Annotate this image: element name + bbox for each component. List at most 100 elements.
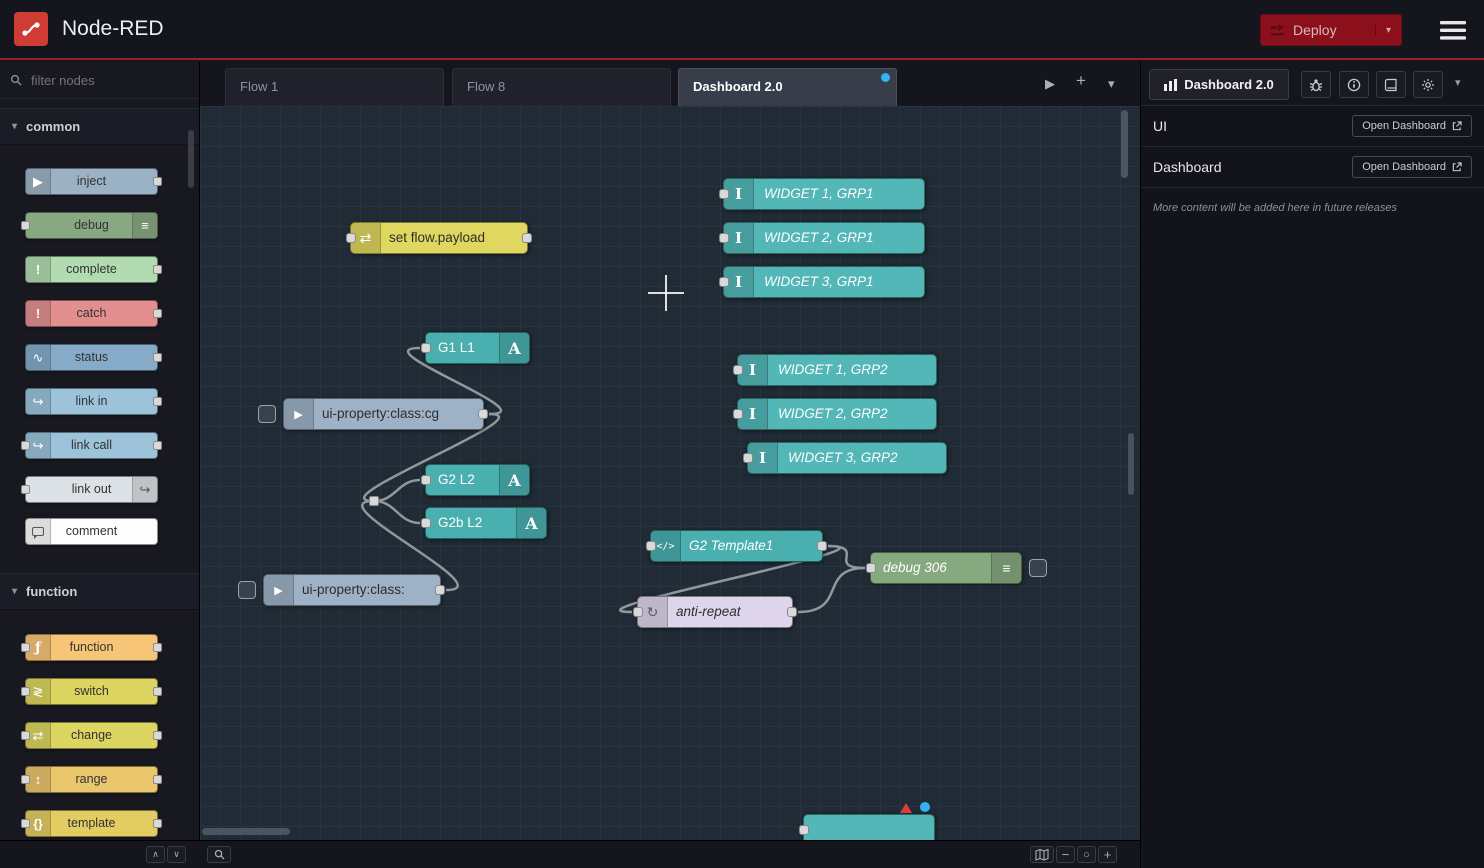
flow-menu-caret-icon[interactable]: ▾ (1108, 76, 1115, 92)
deploy-options-caret-icon[interactable]: ▾ (1375, 25, 1401, 36)
palette-scrollbar[interactable] (188, 130, 194, 188)
debug-toggle-button[interactable] (1029, 559, 1047, 577)
deploy-label: Deploy (1285, 22, 1375, 38)
input-port[interactable] (719, 233, 729, 243)
horizontal-scrollbar[interactable] (202, 828, 290, 835)
palette-category-function[interactable]: ▾ function (0, 573, 199, 610)
palette-node-link-out[interactable]: ↪ link out (25, 476, 158, 503)
output-port[interactable] (787, 607, 797, 617)
palette-node-inject[interactable]: ▶ inject (25, 168, 158, 195)
zoom-reset-button[interactable]: ○ (1077, 846, 1096, 863)
node-g1-l1[interactable]: A G1 L1 (425, 332, 530, 364)
palette-node-status[interactable]: ∿ status (25, 344, 158, 371)
help-sidebar-button[interactable] (1376, 71, 1406, 98)
input-port[interactable] (421, 475, 431, 485)
info-icon (1347, 78, 1361, 92)
node-anti-repeat[interactable]: ↻ anti-repeat (637, 596, 793, 628)
wire-junction[interactable] (369, 496, 379, 506)
wires-layer (200, 106, 1140, 840)
output-port[interactable] (478, 409, 488, 419)
inject-button[interactable] (258, 405, 276, 423)
node-g2b-l2[interactable]: A G2b L2 (425, 507, 547, 539)
open-dashboard-button[interactable]: Open Dashboard (1352, 156, 1472, 178)
input-port[interactable] (799, 825, 809, 835)
palette-node-link-in[interactable]: ↪ link in (25, 388, 158, 415)
wire[interactable] (798, 568, 865, 612)
palette-node-template[interactable]: {} template (25, 810, 158, 837)
inject-button[interactable] (238, 581, 256, 599)
input-port[interactable] (633, 607, 643, 617)
map-icon (1035, 849, 1049, 861)
tab-flow-8[interactable]: Flow 8 (452, 68, 671, 106)
flow-list-button[interactable]: ▶ (1045, 76, 1055, 92)
node-change-set-flow-payload[interactable]: ⇄ set flow.payload (350, 222, 528, 254)
wire[interactable] (828, 546, 865, 568)
palette-node-comment[interactable]: comment (25, 518, 158, 545)
node-inject-ui-property[interactable]: ▶ ui-property:class: (263, 574, 441, 606)
main-menu-button[interactable] (1440, 21, 1466, 40)
input-port[interactable] (719, 277, 729, 287)
node-red-editor: Node-RED Deploy ▾ ▾ common ▶ inject (0, 0, 1484, 868)
collapse-categories-button[interactable]: ∧ (146, 846, 165, 863)
zoom-out-button[interactable]: − (1056, 846, 1075, 863)
input-port[interactable] (646, 541, 656, 551)
node-inject-ui-property-cg[interactable]: ▶ ui-property:class:cg (283, 398, 484, 430)
open-dashboard-button[interactable]: Open Dashboard (1352, 115, 1472, 137)
flow-canvas[interactable]: ⇄ set flow.payload I WIDGET 1, GRP1 I WI… (200, 106, 1140, 840)
add-flow-button[interactable]: + (1076, 73, 1086, 89)
config-sidebar-button[interactable] (1413, 71, 1443, 98)
palette-node-switch[interactable]: ≷ switch (25, 678, 158, 705)
node-g2-template1[interactable]: </> G2 Template1 (650, 530, 823, 562)
input-port[interactable] (866, 563, 876, 573)
zoom-in-button[interactable]: + (1098, 846, 1117, 863)
sidebar-header: Dashboard 2.0 ▾ (1141, 62, 1484, 106)
palette-node-complete[interactable]: ! complete (25, 256, 158, 283)
node-widget-1-grp1[interactable]: I WIDGET 1, GRP1 (723, 178, 925, 210)
navigator-toggle-button[interactable] (1030, 846, 1054, 863)
node-widget-2-grp1[interactable]: I WIDGET 2, GRP1 (723, 222, 925, 254)
expand-categories-button[interactable]: ∨ (167, 846, 186, 863)
input-port[interactable] (346, 233, 356, 243)
output-port (153, 309, 162, 318)
input-port[interactable] (733, 409, 743, 419)
tab-dashboard-2-0[interactable]: Dashboard 2.0 (678, 68, 897, 106)
output-port[interactable] (522, 233, 532, 243)
sidebar-menu-caret-icon[interactable]: ▾ (1455, 76, 1461, 89)
input-port (21, 731, 30, 740)
palette-search[interactable] (0, 62, 199, 99)
input-port[interactable] (421, 518, 431, 528)
filter-nodes-input[interactable] (29, 72, 179, 89)
palette-node-change[interactable]: ⇄ change (25, 722, 158, 749)
input-port[interactable] (743, 453, 753, 463)
node-widget-3-grp2[interactable]: I WIDGET 3, GRP2 (747, 442, 947, 474)
palette-node-link-call[interactable]: ↪ link call (25, 432, 158, 459)
info-sidebar-button[interactable] (1339, 71, 1369, 98)
deploy-button[interactable]: Deploy ▾ (1260, 14, 1402, 46)
input-port[interactable] (733, 365, 743, 375)
tab-flow-1[interactable]: Flow 1 (225, 68, 444, 106)
debug-sidebar-button[interactable] (1301, 71, 1331, 98)
output-port[interactable] (817, 541, 827, 551)
input-port[interactable] (719, 189, 729, 199)
output-port (153, 687, 162, 696)
palette-node-catch[interactable]: ! catch (25, 300, 158, 327)
node-widget-2-grp2[interactable]: I WIDGET 2, GRP2 (737, 398, 937, 430)
output-port[interactable] (435, 585, 445, 595)
node-g2-l2[interactable]: A G2 L2 (425, 464, 530, 496)
sidebar-resize-handle[interactable] (1128, 433, 1134, 495)
node-widget-1-grp2[interactable]: I WIDGET 1, GRP2 (737, 354, 937, 386)
palette-node-function[interactable]: ƒ function (25, 634, 158, 661)
node-partial-bottom[interactable] (803, 814, 935, 840)
open-dashboard-label: Open Dashboard (1362, 161, 1446, 173)
palette-category-common[interactable]: ▾ common (0, 108, 199, 145)
sidebar-tab-dashboard[interactable]: Dashboard 2.0 (1149, 69, 1289, 100)
node-widget-3-grp1[interactable]: I WIDGET 3, GRP1 (723, 266, 925, 298)
palette-node-range[interactable]: ↕ range (25, 766, 158, 793)
vertical-scrollbar[interactable] (1121, 110, 1128, 178)
input-port[interactable] (421, 343, 431, 353)
wire[interactable] (374, 501, 420, 523)
node-debug-306[interactable]: ≡ debug 306 (870, 552, 1022, 584)
search-flows-button[interactable] (207, 846, 231, 863)
palette-node-debug[interactable]: ≡ debug (25, 212, 158, 239)
chevron-up-icon: ∧ (152, 849, 159, 860)
